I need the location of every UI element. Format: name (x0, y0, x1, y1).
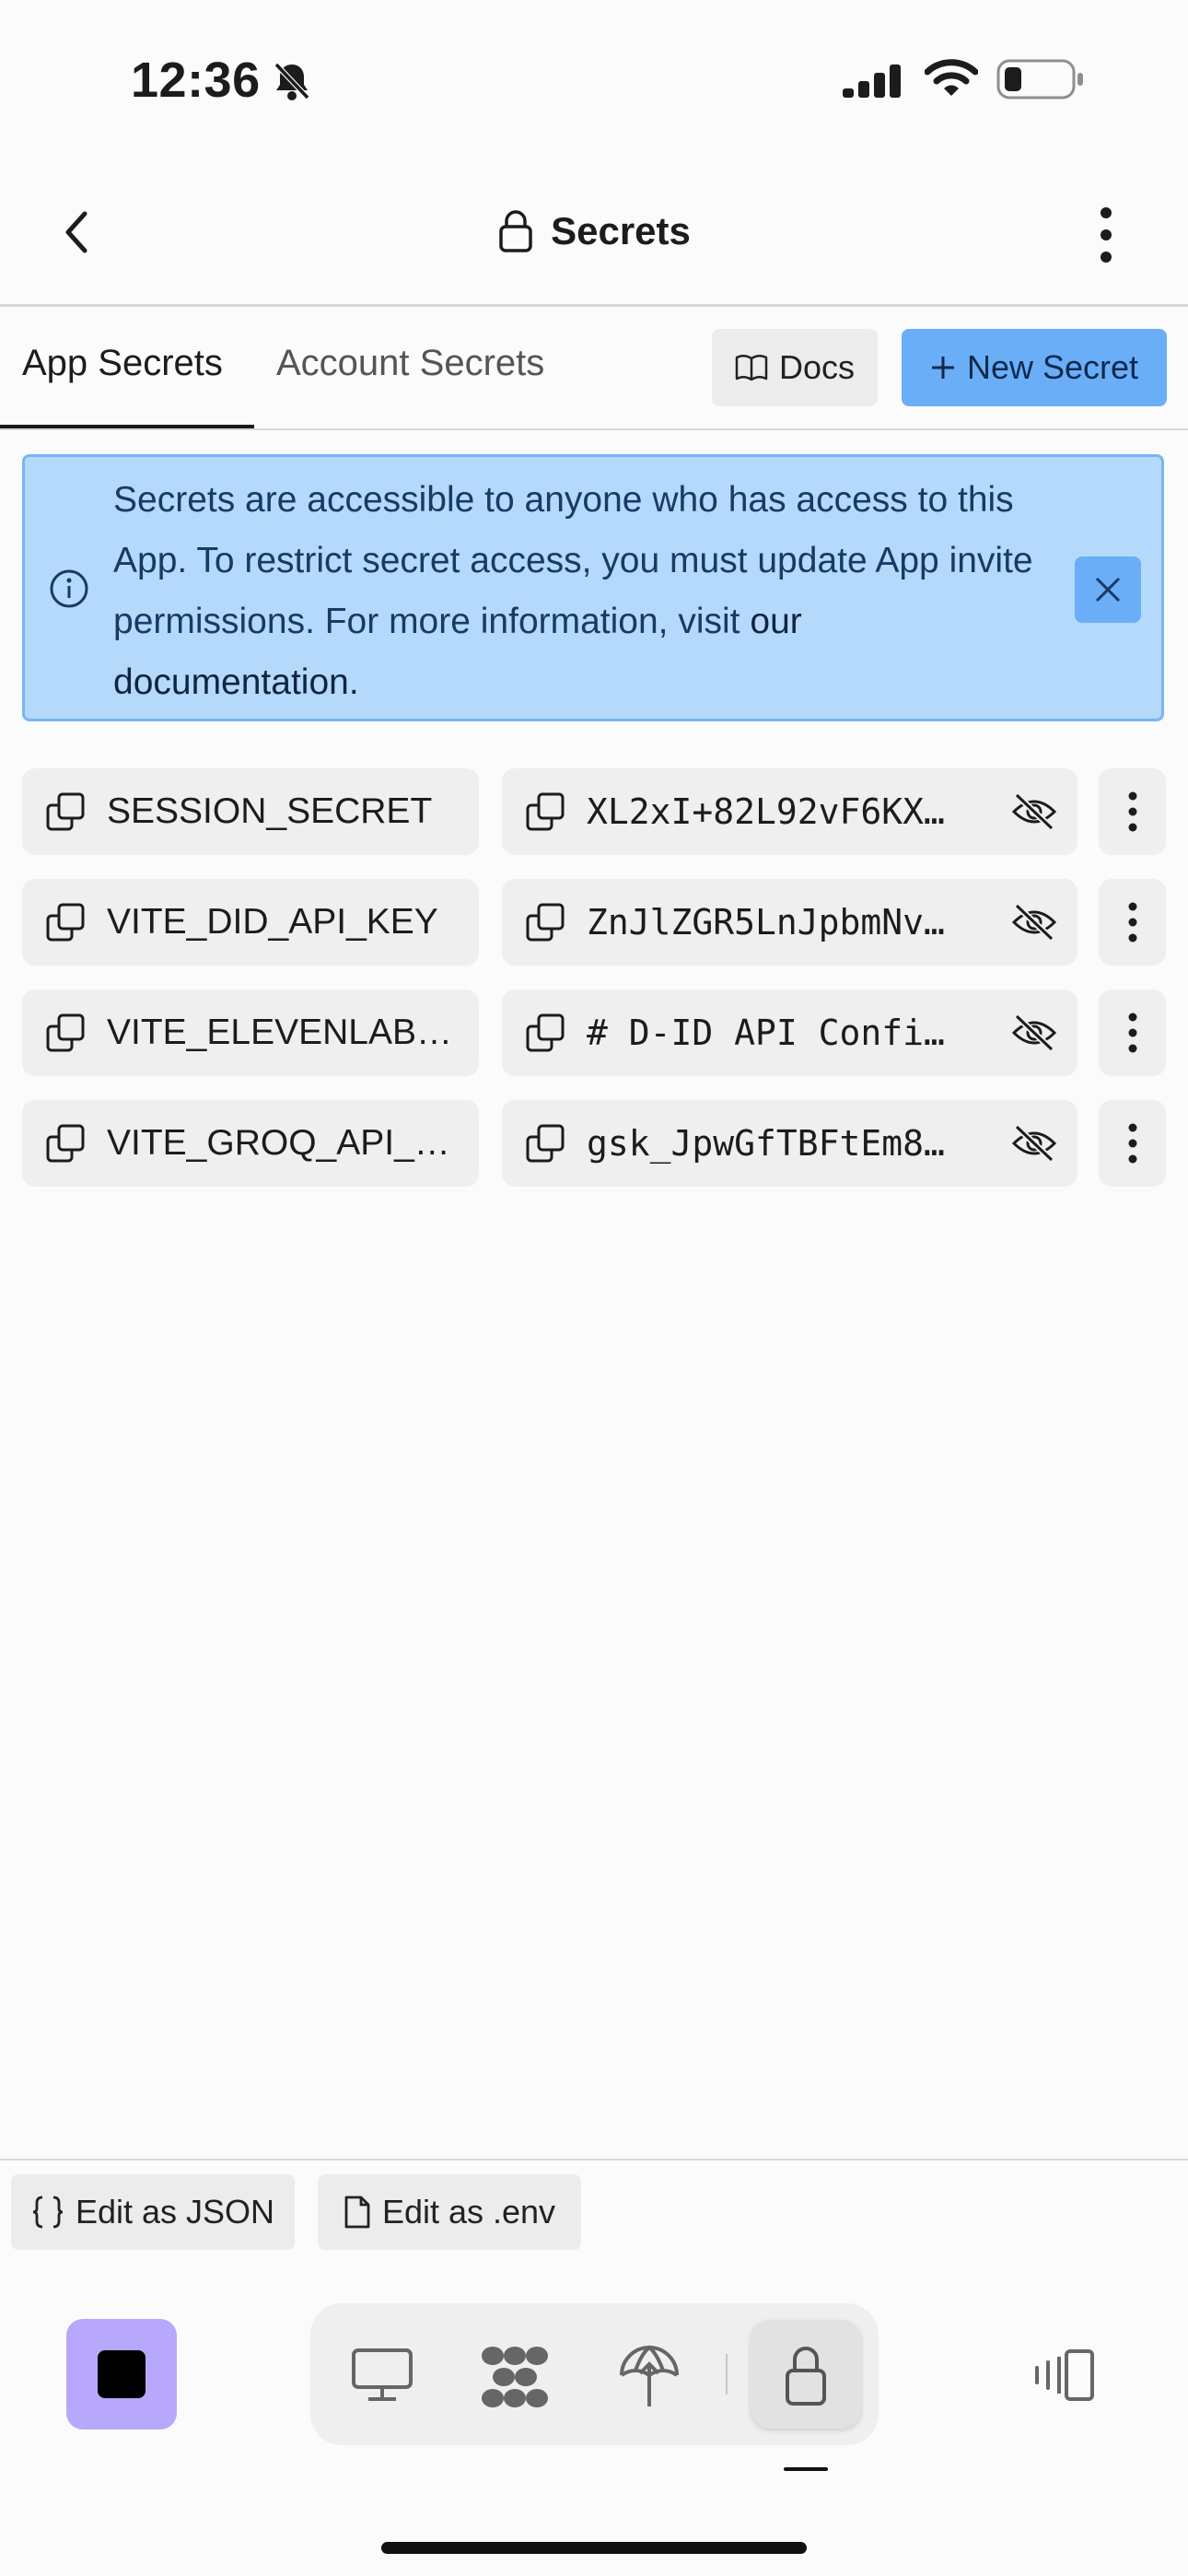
plus-icon (931, 357, 954, 379)
file-icon (344, 2195, 370, 2229)
tabs-divider (0, 428, 1188, 430)
monitor-icon[interactable] (350, 2347, 414, 2404)
secret-key[interactable]: VITE_DID_API_KEY (22, 879, 479, 966)
home-indicator (381, 2542, 807, 2554)
copy-icon[interactable] (44, 790, 87, 833)
stop-icon (98, 2350, 146, 2398)
copy-icon[interactable] (524, 1012, 566, 1054)
dock-separator (726, 2354, 728, 2395)
banner-close-button[interactable] (1075, 556, 1141, 623)
stop-button[interactable] (66, 2319, 177, 2430)
packages-icon[interactable] (480, 2345, 550, 2409)
tab-account-secrets[interactable]: Account Secrets (276, 343, 544, 384)
secret-key-text: SESSION_SECRET (107, 791, 433, 831)
secret-key-text: VITE_ELEVENLAB… (107, 1013, 452, 1052)
secret-key[interactable]: VITE_GROQ_API_… (22, 1100, 479, 1187)
switch-panes-icon[interactable] (1031, 2348, 1098, 2403)
copy-icon[interactable] (524, 901, 566, 943)
eye-slash-icon[interactable] (1011, 1013, 1057, 1053)
selected-tab-underline (784, 2467, 828, 2471)
signal-icon (843, 64, 901, 98)
secret-row-menu-button[interactable] (1099, 1100, 1166, 1187)
secret-key[interactable]: SESSION_SECRET (22, 768, 479, 855)
secret-key[interactable]: VITE_ELEVENLAB… (22, 989, 479, 1076)
secret-value[interactable]: XL2xI+82L92vF6KX… (502, 768, 1077, 855)
eye-slash-icon[interactable] (1011, 902, 1057, 943)
secret-value-text: ZnJlZGR5LnJpbmNv… (587, 902, 945, 943)
battery-icon (996, 59, 1083, 100)
secret-value-text: # D-ID API Confi… (587, 1013, 945, 1053)
close-icon (1095, 577, 1121, 603)
secret-row-menu-button[interactable] (1099, 879, 1166, 966)
copy-icon[interactable] (524, 790, 566, 833)
kebab-menu-icon (1128, 902, 1136, 943)
braces-icon (32, 2195, 64, 2229)
banner-message: Secrets are accessible to anyone who has… (113, 470, 1043, 713)
info-icon (50, 569, 88, 608)
kebab-menu-icon (1128, 791, 1136, 832)
footer-divider (0, 2159, 1188, 2160)
lock-icon (499, 210, 532, 252)
edit-as-env-label: Edit as .env (381, 2193, 556, 2231)
copy-icon[interactable] (44, 1122, 87, 1165)
header-divider (0, 304, 1188, 307)
secret-key-text: VITE_DID_API_KEY (107, 902, 438, 942)
book-icon (735, 355, 768, 381)
secret-value[interactable]: ZnJlZGR5LnJpbmNv… (502, 879, 1077, 966)
more-menu-icon[interactable] (1092, 205, 1120, 265)
secret-value[interactable]: # D-ID API Confi… (502, 989, 1077, 1076)
new-secret-button-label: New Secret (966, 348, 1139, 386)
secret-value-text: XL2xI+82L92vF6KX… (587, 791, 945, 832)
new-secret-button[interactable]: New Secret (902, 329, 1167, 406)
docs-button-label: Docs (778, 348, 856, 386)
docs-button[interactable]: Docs (712, 329, 878, 406)
secret-value-text: gsk_JpwGfTBFtEm8… (587, 1123, 945, 1164)
deploy-icon[interactable] (617, 2342, 681, 2410)
copy-icon[interactable] (524, 1122, 566, 1165)
secret-row-menu-button[interactable] (1099, 768, 1166, 855)
page-title-text: Secrets (551, 208, 691, 252)
status-time: 12:36 (131, 53, 261, 108)
tab-app-secrets[interactable]: App Secrets (22, 343, 223, 384)
kebab-menu-icon (1128, 1123, 1136, 1164)
secret-row-menu-button[interactable] (1099, 989, 1166, 1076)
copy-icon[interactable] (44, 1012, 87, 1054)
lock-icon (786, 2347, 826, 2406)
eye-slash-icon[interactable] (1011, 1123, 1057, 1164)
secret-key-text: VITE_GROQ_API_… (107, 1123, 450, 1163)
edit-as-json-button[interactable]: Edit as JSON (11, 2174, 295, 2250)
eye-slash-icon[interactable] (1011, 791, 1057, 832)
page-title: Secrets (0, 206, 1188, 253)
kebab-menu-icon (1128, 1013, 1136, 1053)
edit-as-json-label: Edit as JSON (75, 2193, 275, 2231)
wifi-icon (925, 59, 978, 96)
copy-icon[interactable] (44, 901, 87, 943)
banner-text: Secrets are accessible to anyone who has… (113, 480, 1033, 641)
secret-value[interactable]: gsk_JpwGfTBFtEm8… (502, 1100, 1077, 1187)
edit-as-env-button[interactable]: Edit as .env (318, 2174, 581, 2250)
bell-slash-icon (274, 62, 310, 100)
